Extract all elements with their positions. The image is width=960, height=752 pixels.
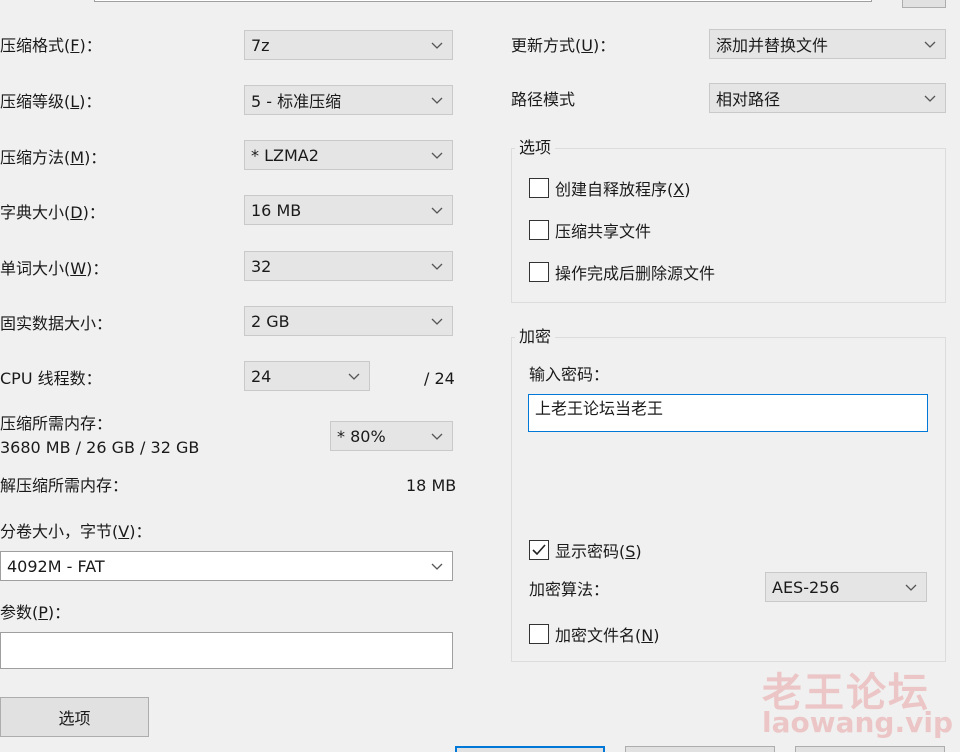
delete-source-checkbox[interactable]: 操作完成后删除源文件: [529, 260, 715, 284]
encrypt-group-title: 加密: [515, 327, 556, 347]
threads-label: CPU 线程数：: [0, 369, 102, 388]
chevron-down-icon: [430, 429, 444, 443]
sfx-label: 创建自释放程序(X): [555, 180, 691, 199]
sfx-checkbox[interactable]: 创建自释放程序(X): [529, 176, 690, 200]
params-label: 参数(P)：: [0, 603, 71, 622]
path-combo[interactable]: 相对路径: [709, 83, 946, 113]
params-input[interactable]: [0, 632, 453, 669]
threads-value: 24: [251, 366, 272, 386]
method-value: * LZMA2: [251, 145, 319, 165]
level-label: 压缩等级(L)：: [0, 92, 102, 111]
show-password-checkbox[interactable]: 显示密码(S): [529, 538, 642, 562]
solid-combo[interactable]: 2 GB: [244, 306, 453, 336]
encrypt-method-combo[interactable]: AES-256: [765, 572, 927, 602]
update-value: 添加并替换文件: [716, 36, 829, 55]
encrypt-names-checkbox[interactable]: 加密文件名(N): [529, 622, 659, 646]
dict-value: 16 MB: [251, 200, 302, 220]
checkbox-box[interactable]: [529, 540, 549, 560]
path-value: 相对路径: [716, 90, 781, 109]
help-button[interactable]: [795, 746, 945, 752]
mem-percent-combo[interactable]: * 80%: [330, 421, 453, 451]
update-combo[interactable]: 添加并替换文件: [709, 29, 946, 59]
dict-label: 字典大小(D)：: [0, 203, 105, 222]
show-password-label: 显示密码(S): [555, 542, 642, 561]
chevron-down-icon: [430, 148, 444, 162]
options-button[interactable]: 选项: [0, 697, 149, 737]
volume-combo[interactable]: 4092M - FAT: [0, 551, 453, 581]
chevron-down-icon: [904, 580, 918, 594]
path-label: 路径模式: [511, 90, 576, 109]
chevron-down-icon: [430, 314, 444, 328]
cancel-button[interactable]: [625, 746, 775, 752]
chevron-down-icon: [430, 93, 444, 107]
shared-label: 压缩共享文件: [555, 222, 652, 241]
chevron-down-icon: [430, 38, 444, 52]
solid-label: 固实数据大小：: [0, 314, 113, 333]
mem-compress-label: 压缩所需内存：: [0, 414, 113, 433]
options-group-title: 选项: [515, 138, 556, 158]
ok-button[interactable]: [455, 746, 605, 752]
encrypt-method-value: AES-256: [772, 577, 840, 597]
mem-decompress-label: 解压缩所需内存：: [0, 476, 129, 495]
checkbox-box[interactable]: [529, 220, 549, 240]
password-value: 上老王论坛当老王: [535, 399, 664, 418]
word-label: 单词大小(W)：: [0, 259, 109, 278]
checkbox-box[interactable]: [529, 262, 549, 282]
chevron-down-icon: [923, 91, 937, 105]
mem-decompress-value: 18 MB: [406, 476, 457, 495]
update-label: 更新方式(U)：: [511, 36, 616, 55]
encrypt-method-label: 加密算法：: [529, 580, 610, 599]
chevron-down-icon: [430, 203, 444, 217]
password-label: 输入密码：: [529, 365, 610, 384]
method-label: 压缩方法(M)：: [0, 148, 107, 167]
level-combo[interactable]: 5 - 标准压缩: [244, 85, 453, 115]
mem-percent-value: * 80%: [337, 426, 386, 446]
format-value: 7z: [251, 35, 270, 55]
method-combo[interactable]: * LZMA2: [244, 140, 453, 170]
word-combo[interactable]: 32: [244, 251, 453, 281]
chevron-down-icon: [923, 37, 937, 51]
watermark-en: laowang.vip: [762, 706, 953, 739]
chevron-down-icon: [347, 369, 361, 383]
shared-checkbox[interactable]: 压缩共享文件: [529, 218, 651, 242]
format-combo[interactable]: 7z: [244, 30, 453, 60]
chevron-down-icon: [430, 259, 444, 273]
browse-button[interactable]: [902, 0, 946, 8]
chevron-down-icon: [430, 559, 444, 573]
mem-compress-detail: 3680 MB / 26 GB / 32 GB: [0, 438, 200, 457]
dict-combo[interactable]: 16 MB: [244, 195, 453, 225]
encrypt-group: [511, 337, 946, 662]
solid-value: 2 GB: [251, 311, 290, 331]
checkmark-icon: [532, 544, 546, 556]
threads-combo[interactable]: 24: [244, 361, 370, 391]
checkbox-box[interactable]: [529, 178, 549, 198]
word-value: 32: [251, 256, 272, 276]
encrypt-names-label: 加密文件名(N): [555, 626, 660, 645]
volume-value: 4092M - FAT: [7, 556, 105, 576]
format-label: 压缩格式(F)：: [0, 36, 102, 55]
delete-source-label: 操作完成后删除源文件: [555, 264, 716, 283]
checkbox-box[interactable]: [529, 624, 549, 644]
password-input[interactable]: 上老王论坛当老王: [528, 394, 928, 432]
volume-label: 分卷大小，字节(V)：: [0, 522, 152, 541]
options-button-label: 选项: [58, 709, 91, 728]
threads-max: / 24: [424, 369, 455, 388]
archive-path-combo[interactable]: [94, 0, 872, 2]
level-value: 5 - 标准压缩: [251, 92, 342, 111]
